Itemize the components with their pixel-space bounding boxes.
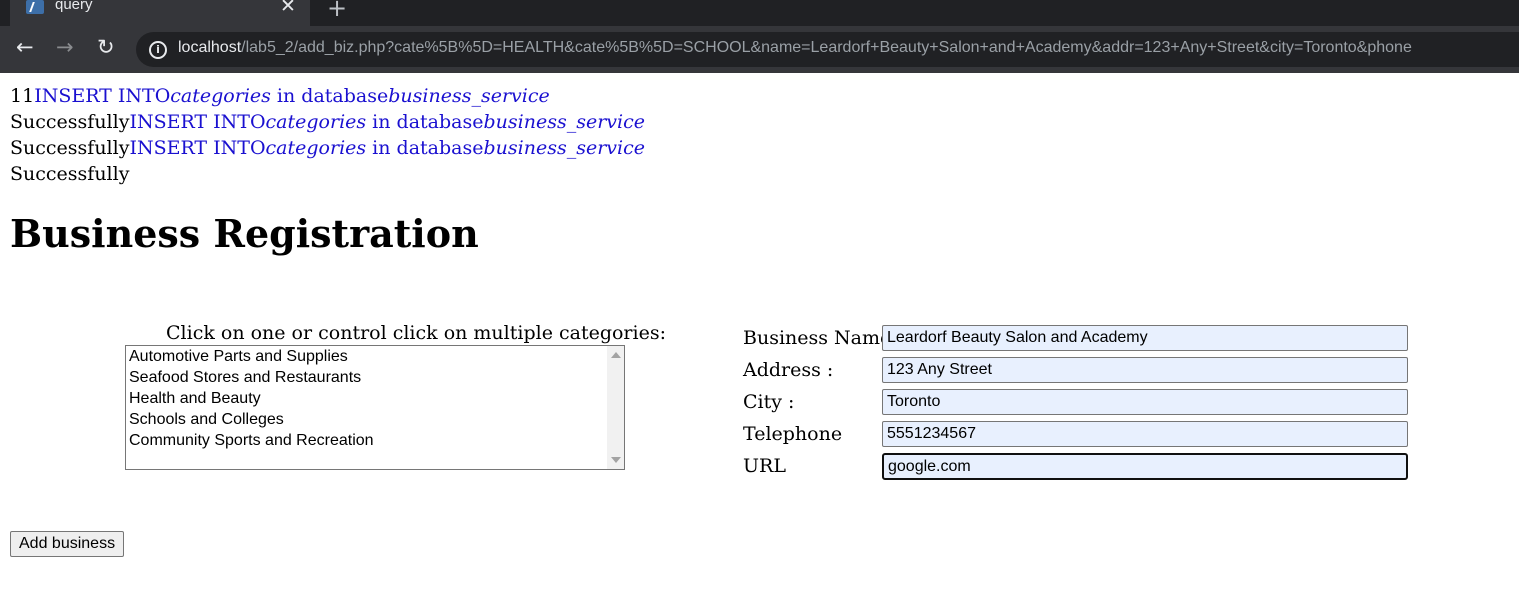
scroll-down-icon[interactable] [611, 457, 621, 463]
url-host: localhost [178, 39, 242, 56]
city-label: City : [743, 391, 795, 413]
business-name-field[interactable] [882, 325, 1408, 351]
log-success: Successfully [10, 137, 130, 159]
log-table: categories [265, 137, 367, 159]
city-field[interactable] [882, 389, 1408, 415]
address-field[interactable] [882, 357, 1408, 383]
back-arrow-icon[interactable]: ← [16, 35, 34, 59]
telephone-field[interactable] [882, 421, 1408, 447]
category-option[interactable]: Community Sports and Recreation [126, 430, 624, 451]
url-label: URL [743, 455, 786, 477]
log-insert: INSERT INTO [129, 111, 266, 133]
categories-label: Click on one or control click on multipl… [166, 322, 666, 344]
browser-tab[interactable]: query ✕ [10, 0, 310, 26]
url-field[interactable] [882, 453, 1408, 480]
new-tab-icon[interactable]: + [327, 0, 347, 22]
log-insert: INSERT INTO [129, 137, 266, 159]
category-option[interactable]: Seafood Stores and Restaurants [126, 367, 624, 388]
log-in-db: in database [270, 85, 389, 107]
url-path: /lab5_2/add_biz.php?cate%5B%5D=HEALTH&ca… [241, 39, 1412, 56]
info-icon[interactable]: i [149, 41, 167, 59]
log-line-3: SuccessfullyINSERT INTOcategories in dat… [10, 135, 645, 161]
url-text[interactable]: localhost/lab5_2/add_biz.php?cate%5B%5D=… [178, 39, 1412, 57]
page-content: 11INSERT INTOcategories in databasebusin… [0, 73, 1519, 592]
log-db: business_service [483, 137, 645, 159]
page-title: Business Registration [10, 211, 479, 256]
log-success: Successfully [10, 111, 130, 133]
log-success: Successfully [10, 163, 130, 185]
address-bar[interactable]: i localhost/lab5_2/add_biz.php?cate%5B%5… [136, 32, 1519, 67]
log-line-2: SuccessfullyINSERT INTOcategories in dat… [10, 109, 645, 135]
category-option[interactable]: Health and Beauty [126, 388, 624, 409]
log-line-1: 11INSERT INTOcategories in databasebusin… [10, 83, 645, 109]
log-prefix: 11 [10, 85, 35, 107]
log-insert: INSERT INTO [34, 85, 171, 107]
add-business-button[interactable]: Add business [10, 531, 125, 557]
tab-strip: query ✕ + [0, 0, 1519, 26]
telephone-label: Telephone [743, 423, 843, 445]
listbox-scrollbar[interactable] [607, 346, 624, 469]
categories-listbox[interactable]: Automotive Parts and Supplies Seafood St… [125, 345, 625, 470]
log-in-db: in database [366, 111, 484, 133]
log-table: categories [265, 111, 367, 133]
log-in-db: in database [366, 137, 484, 159]
address-label: Address : [743, 359, 834, 381]
favicon-icon [26, 0, 44, 14]
tab-title: query [55, 0, 93, 13]
insert-log: 11INSERT INTOcategories in databasebusin… [10, 83, 645, 187]
forward-arrow-icon[interactable]: → [56, 35, 74, 59]
business-name-label: Business Name : [743, 327, 904, 349]
close-tab-icon[interactable]: ✕ [280, 0, 296, 17]
scroll-up-icon[interactable] [611, 352, 621, 358]
log-line-4: Successfully [10, 161, 645, 187]
category-option[interactable]: Automotive Parts and Supplies [126, 346, 624, 367]
reload-icon[interactable]: ↻ [97, 35, 115, 59]
log-db: business_service [388, 85, 550, 107]
log-table: categories [170, 85, 271, 107]
category-option[interactable]: Schools and Colleges [126, 409, 624, 430]
log-db: business_service [483, 111, 645, 133]
browser-toolbar: ← → ↻ i localhost/lab5_2/add_biz.php?cat… [0, 26, 1519, 73]
